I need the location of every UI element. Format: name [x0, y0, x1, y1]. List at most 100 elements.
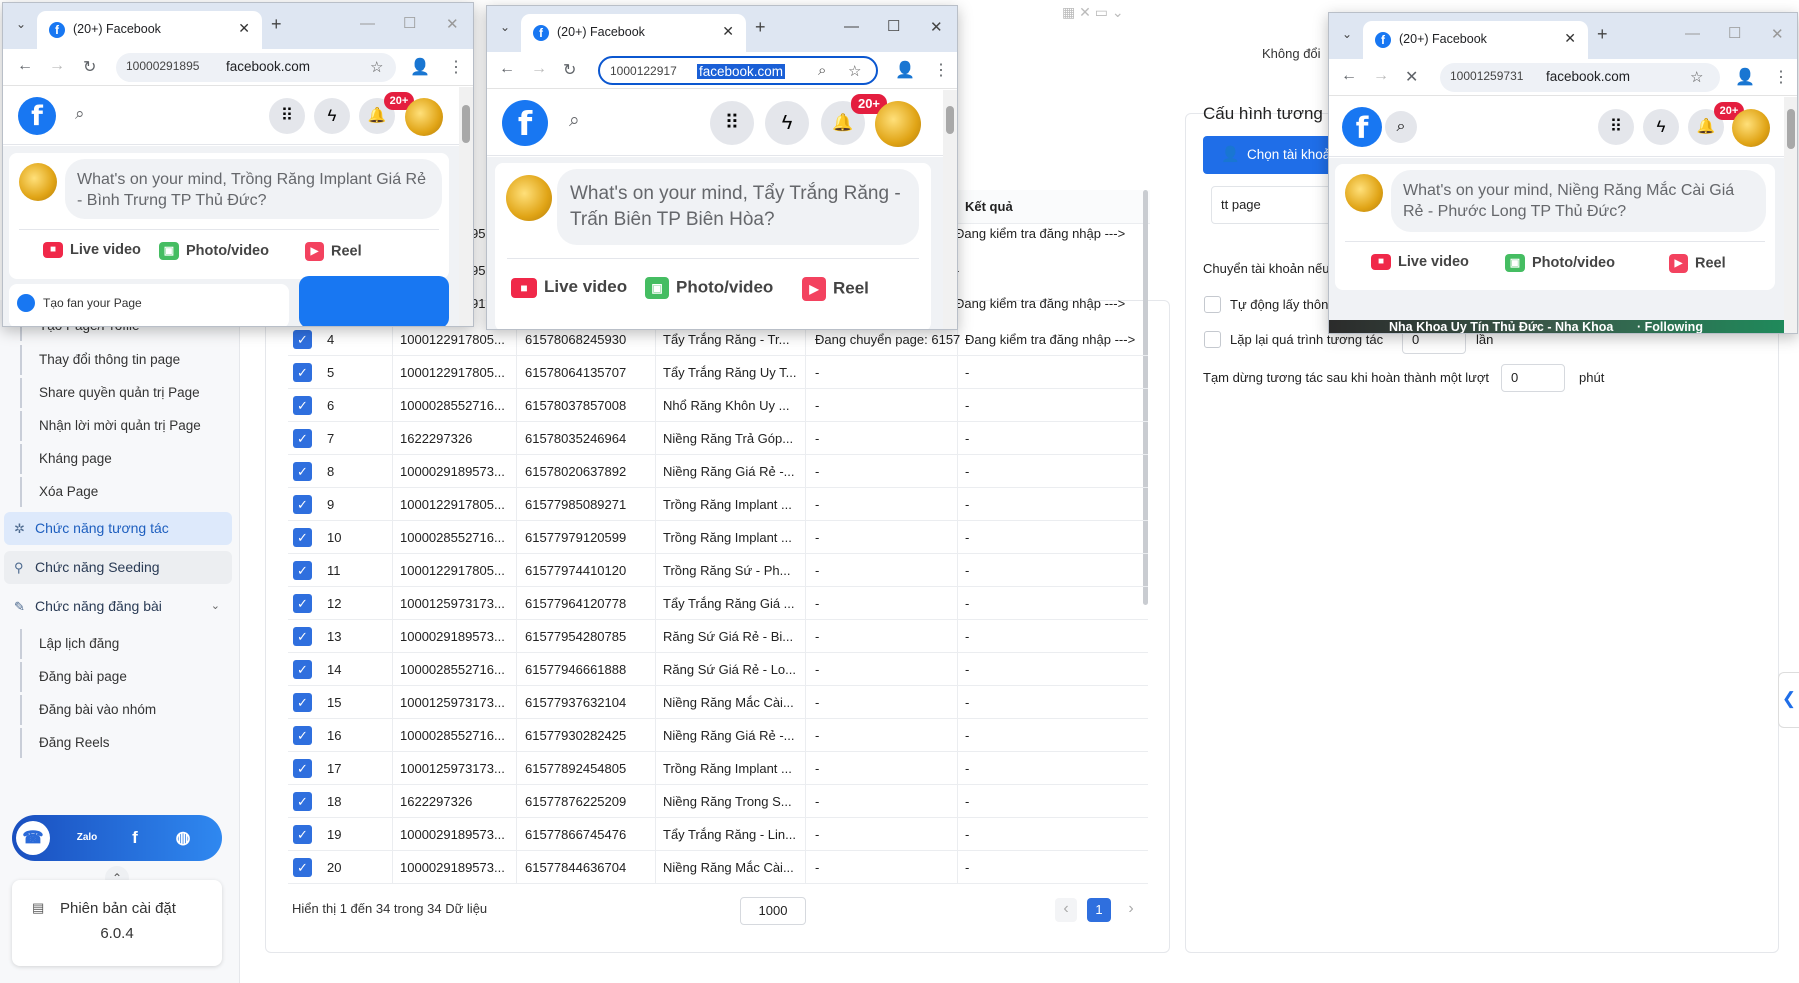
page-size-input[interactable]: 1000 [740, 897, 806, 925]
table-row[interactable]: ✓ 11 1000122917805... 61577974410120 Trồng R… [288, 554, 1148, 587]
sidebar-item-post-page[interactable]: Đăng bài page [20, 662, 230, 692]
row-checkbox[interactable]: ✓ [293, 396, 312, 415]
bookmark-star-icon[interactable]: ☆ [370, 58, 383, 76]
close-window-icon[interactable]: ✕ [446, 15, 459, 33]
row-checkbox[interactable]: ✓ [293, 363, 312, 382]
table-row[interactable]: ✓ 12 1000125973173... 61577964120778 Tẩy Trắ… [288, 587, 1148, 620]
minimize-icon[interactable]: — [844, 18, 859, 35]
row-checkbox[interactable]: ✓ [293, 660, 312, 679]
row-checkbox[interactable]: ✓ [293, 528, 312, 547]
page-scrollbar[interactable] [459, 87, 473, 326]
facebook-icon[interactable]: f [118, 821, 152, 855]
menu-grid-icon[interactable]: ⠿ [1598, 109, 1634, 145]
page-scrollbar[interactable] [1784, 97, 1797, 333]
menu-grid-icon[interactable]: ⠿ [710, 101, 754, 145]
table-row[interactable]: ✓ 10 1000028552716... 61577979120599 Trồng R… [288, 521, 1148, 554]
row-checkbox[interactable]: ✓ [293, 792, 312, 811]
sidebar-item-posting[interactable]: ✎ Chức năng đăng bài ⌄ [4, 590, 232, 623]
profile-icon[interactable]: 👤 [410, 57, 430, 77]
account-avatar[interactable] [875, 101, 921, 147]
following-label[interactable]: · Following [1637, 320, 1703, 333]
page-button-current[interactable]: 1 [1087, 898, 1111, 922]
zalo-icon[interactable]: Zalo [70, 821, 104, 855]
sidebar-item-appeal-page[interactable]: Kháng page [20, 444, 230, 474]
stop-loading-icon[interactable]: ✕ [1405, 67, 1418, 87]
facebook-logo-icon[interactable]: f [502, 100, 548, 146]
menu-icon[interactable]: ⋮ [933, 60, 949, 80]
account-avatar[interactable] [1732, 109, 1770, 147]
back-icon[interactable]: ← [1341, 67, 1357, 85]
table-row[interactable]: ✓ 20 1000029189573... 61577844636704 Niềng R… [288, 851, 1148, 884]
back-icon[interactable]: ← [499, 60, 515, 78]
row-checkbox[interactable]: ✓ [293, 330, 312, 349]
minimize-icon[interactable]: — [360, 15, 375, 32]
row-checkbox[interactable]: ✓ [293, 693, 312, 712]
sidebar-item-share-admin[interactable]: Share quyền quản trị Page [20, 378, 230, 408]
facebook-logo-icon[interactable]: f [1342, 107, 1382, 147]
table-row[interactable]: ✓ 7 1622297326 61578035246964 Niềng Răng Trả… [288, 422, 1148, 455]
close-tab-icon[interactable]: ✕ [722, 23, 734, 40]
prev-page-button[interactable]: ‹ [1055, 898, 1077, 922]
photo-video-button[interactable]: ▣ Photo/video [645, 277, 773, 299]
reload-icon[interactable]: ↻ [563, 60, 576, 80]
row-checkbox[interactable]: ✓ [293, 462, 312, 481]
forward-icon[interactable]: → [1373, 67, 1389, 85]
maximize-icon[interactable]: ☐ [1728, 24, 1741, 42]
row-checkbox[interactable]: ✓ [293, 759, 312, 778]
row-checkbox[interactable]: ✓ [293, 429, 312, 448]
search-icon[interactable]: ⌕ [75, 104, 85, 124]
bookmark-star-icon[interactable]: ☆ [848, 62, 861, 80]
table-row[interactable]: ✓ 13 1000029189573... 61577954280785 Răng Sứ… [288, 620, 1148, 653]
table-row[interactable]: ✓ 14 1000028552716... 61577946661888 Răng Sứ… [288, 653, 1148, 686]
table-row[interactable]: ✓ 9 1000122917805... 61577985089271 Trồng Ră… [288, 488, 1148, 521]
sidebar-item-change-page-info[interactable]: Thay đổi thông tin page [20, 345, 230, 375]
reload-icon[interactable]: ↻ [83, 57, 96, 77]
messenger-icon[interactable]: ϟ [1643, 109, 1679, 145]
row-checkbox[interactable]: ✓ [293, 825, 312, 844]
table-row[interactable]: ✓ 19 1000029189573... 61577866745476 Tẩy Trắ… [288, 818, 1148, 851]
menu-icon[interactable]: ⋮ [448, 57, 464, 77]
profile-icon[interactable]: 👤 [895, 60, 915, 80]
auto-fetch-checkbox[interactable] [1204, 296, 1221, 313]
tab-search-icon[interactable]: ⌄ [1342, 27, 1352, 41]
row-checkbox[interactable]: ✓ [293, 726, 312, 745]
scrollbar-thumb[interactable] [1787, 109, 1795, 149]
reel-button[interactable]: ▶ Reel [1669, 254, 1726, 273]
close-window-icon[interactable]: ✕ [1771, 25, 1784, 43]
sidebar-item-interaction[interactable]: ✲ Chức năng tương tác [4, 512, 232, 545]
close-window-icon[interactable]: ✕ [930, 18, 943, 36]
bookmark-star-icon[interactable]: ☆ [1690, 68, 1703, 86]
new-tab-icon[interactable]: + [755, 17, 766, 38]
repeat-checkbox[interactable] [1204, 331, 1221, 348]
side-expand-icon[interactable]: ❮ [1778, 672, 1799, 728]
reel-button[interactable]: ▶ Reel [305, 242, 362, 261]
row-checkbox[interactable]: ✓ [293, 627, 312, 646]
sidebar-item-post-reels[interactable]: Đăng Reels [20, 728, 230, 758]
tab-search-icon[interactable]: ⌄ [500, 20, 510, 34]
sidebar-item-seeding[interactable]: ⚲ Chức năng Seeding [4, 551, 232, 584]
table-row[interactable]: ✓ 6 1000028552716... 61578037857008 Nhổ Răng… [288, 389, 1148, 422]
reel-button[interactable]: ▶ Reel [802, 277, 869, 301]
sidebar-item-schedule[interactable]: Lập lịch đăng [20, 629, 230, 659]
whats-on-your-mind-input[interactable]: What's on your mind, Trồng Răng Implant … [65, 159, 442, 219]
row-checkbox[interactable]: ✓ [293, 561, 312, 580]
browser-tab[interactable]: f (20+) Facebook ✕ [37, 11, 262, 49]
browser-tab[interactable]: f (20+) Facebook ✕ [1363, 21, 1588, 59]
new-tab-icon[interactable]: + [1597, 24, 1608, 45]
photo-video-button[interactable]: ▣ Photo/video [1505, 254, 1615, 272]
table-row[interactable]: ✓ 15 1000125973173... 61577937632104 Niềng R… [288, 686, 1148, 719]
messenger-icon[interactable]: ϟ [314, 98, 350, 134]
maximize-icon[interactable]: ☐ [887, 17, 900, 35]
close-tab-icon[interactable]: ✕ [1564, 30, 1576, 47]
sidebar-item-post-group[interactable]: Đăng bài vào nhóm [20, 695, 230, 725]
page-scrollbar[interactable] [943, 90, 957, 329]
sidebar-item-delete-page[interactable]: Xóa Page [20, 477, 230, 507]
menu-grid-icon[interactable]: ⠿ [269, 98, 305, 134]
live-video-button[interactable]: ■ Live video [43, 242, 141, 259]
sidebar-item-accept-admin[interactable]: Nhận lời mời quản trị Page [20, 411, 230, 441]
minimize-icon[interactable]: — [1685, 25, 1700, 42]
table-row[interactable]: ✓ 18 1622297326 61577876225209 Niềng Răng Tr… [288, 785, 1148, 818]
scrollbar-thumb[interactable] [946, 106, 954, 134]
whats-on-your-mind-input[interactable]: What's on your mind, Niềng Răng Mắc Cài … [1391, 170, 1766, 232]
scrollbar-thumb[interactable] [462, 105, 470, 143]
